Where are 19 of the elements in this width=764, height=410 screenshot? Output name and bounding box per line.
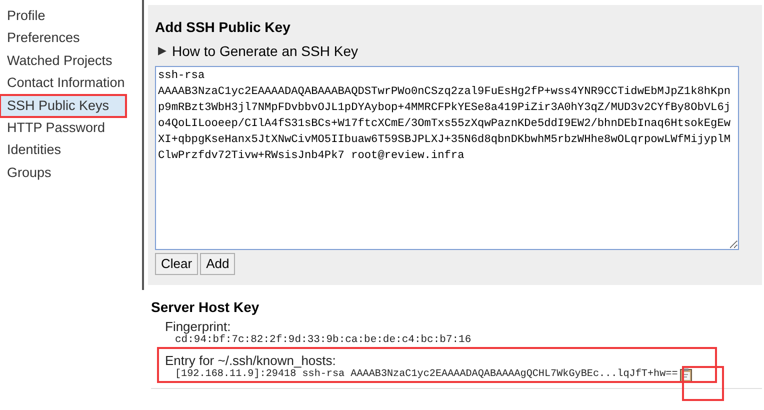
sidebar-item[interactable]: Profile — [0, 5, 134, 28]
sidebar-item[interactable]: HTTP Password — [0, 116, 134, 140]
fingerprint-label: Fingerprint: — [165, 319, 232, 334]
known-hosts-entry: [192.168.11.9]:29418 ssh-rsa AAAAB3NzaC1yc2EAAAADAQABAAAAgQCHL7WkGyBEc...lqJfT+hw== — [175, 368, 678, 382]
entry-label: Entry for ~/.ssh/known_hosts: — [165, 353, 337, 368]
fingerprint-value: cd:94:bf:7c:82:2f:9d:33:9b:ca:be:de:c4:bc:b7:16 — [175, 334, 472, 346]
sidebar-item[interactable]: Contact Information — [0, 72, 134, 95]
section-title: Add SSH Public Key — [155, 18, 292, 37]
action-button[interactable]: Clear — [155, 253, 198, 275]
sidebar-item[interactable]: Groups — [0, 162, 134, 184]
expand-icon[interactable]: ▶ — [158, 43, 166, 60]
key-input-field[interactable]: ssh-rsa AAAAB3NzaC1yc2EAAAADAQABAAABAQDSTwrPWo0nCSzq2zal9FuEsHg2fP+wss4YNR9CCTidwEbMJpZ1k8hKpn p9mRBzt3WbH3jl7NMpFDvbbvOJL1pDYAybop+4MMRCFPkYESe8a419PiZir3A0hY3qZ/MUD3v2CYfBy8ObVL6j o4QoLILooeep/CIlA4fS31sBCs+W17ftcXCmE/3OmTxs55zXqwPaznKDe5ddI9EW2/bhnDEbInaq6HtsokEgEw XI+qbpgKseHanx5JtXNwCivMO5IIbuaw6T59SBJPLXJ+35N6d8qbnDKbwhM5rbzWHhe8wOLqrpowLWfMijyplM ClwPrzfdv72Tivw+RWsisJnb4Pk7 root@review.infra — [155, 66, 739, 250]
sidebar-item[interactable]: Identities — [0, 139, 134, 162]
help-link[interactable]: How to Generate an SSH Key — [172, 41, 358, 62]
action-button[interactable]: Add — [200, 253, 236, 275]
sidebar-item[interactable]: SSH Public Keys — [0, 94, 126, 117]
sidebar-item[interactable]: Watched Projects — [0, 50, 134, 72]
sidebar-item[interactable]: Preferences — [0, 27, 134, 50]
section-title: Server Host Key — [151, 299, 260, 315]
